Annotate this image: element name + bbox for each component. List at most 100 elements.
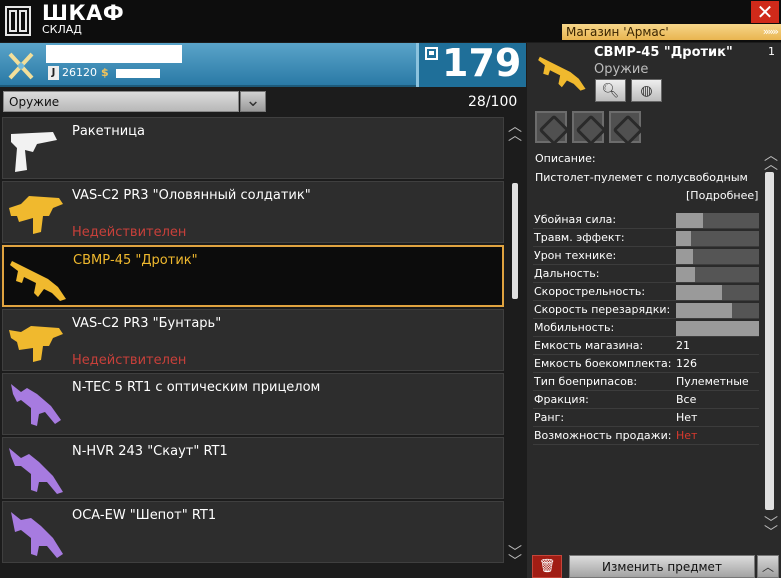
list-item[interactable]: VAS-C2 PR3 "Оловянный солдатик" Недейств… xyxy=(2,181,504,243)
item-name: VAS-C2 PR3 "Бунтарь" xyxy=(72,316,222,331)
delete-button[interactable]: 🗑︎ xyxy=(532,555,562,578)
chevron-down-icon[interactable]: ⌄ xyxy=(240,91,266,112)
more-link[interactable]: [Подробнее] xyxy=(686,189,758,202)
prop-value: Нет xyxy=(676,411,698,424)
prop-row: Возможность продажи: Нет xyxy=(533,428,759,445)
stat-row: Травм. эффект: xyxy=(533,230,759,247)
window-subtitle: СКЛАД xyxy=(42,23,82,36)
stat-row: Мобильность: xyxy=(533,320,759,337)
description-text: Пистолет-пулемет с полусвободным xyxy=(535,171,748,184)
prop-row: Ранг: Нет xyxy=(533,410,759,427)
globe-button[interactable]: ◍ xyxy=(631,79,662,102)
stat-bar xyxy=(676,213,759,228)
list-item[interactable]: OCA-EW "Шепот" RT1 xyxy=(2,501,504,563)
stat-row: Урон технике: xyxy=(533,248,759,265)
stat-bar xyxy=(676,285,759,300)
list-item[interactable]: VAS-C2 PR3 "Бунтарь" Недействителен xyxy=(2,309,504,371)
stat-fill xyxy=(676,249,693,264)
stat-fill xyxy=(676,231,691,246)
prop-label: Фракция: xyxy=(534,393,589,406)
mod-slot[interactable] xyxy=(535,111,567,143)
stat-row: Дальность: xyxy=(533,266,759,283)
detail-quantity: 1 xyxy=(768,45,775,58)
rank-swords-icon xyxy=(8,52,34,80)
scroll-up-icon[interactable]: ︿ ︿ xyxy=(508,120,522,143)
smg-icon xyxy=(10,261,66,301)
stat-row: Скорость перезарядки: xyxy=(533,302,759,319)
capacity-value: 179 xyxy=(442,41,522,85)
prop-label: Возможность продажи: xyxy=(534,429,672,442)
mod-slot[interactable] xyxy=(572,111,604,143)
item-list: Ракетница VAS-C2 PR3 "Оловянный солдатик… xyxy=(0,117,505,577)
prop-row: Фракция: Все xyxy=(533,392,759,409)
sniper-rifle-icon xyxy=(9,448,63,494)
stat-label: Урон технике: xyxy=(534,249,617,262)
stat-row: Убойная сила: xyxy=(533,212,759,229)
scroll-down-icon[interactable]: ﹀ ﹀ xyxy=(764,517,778,540)
prop-row: Тип боеприпасов: Пулеметные xyxy=(533,374,759,391)
stat-label: Мобильность: xyxy=(534,321,615,334)
prop-label: Емкость магазина: xyxy=(534,339,644,352)
stat-bar xyxy=(676,231,759,246)
prop-value: 21 xyxy=(676,339,690,352)
stat-bar xyxy=(676,267,759,282)
details-scroll-thumb[interactable] xyxy=(765,172,774,510)
description-label: Описание: xyxy=(535,152,596,165)
trash-icon: 🗑︎ xyxy=(538,559,556,574)
shop-link-label: Магазин 'Армас' xyxy=(566,25,669,39)
magnifier-icon: 🔍︎ xyxy=(601,83,620,99)
assault-rifle-icon xyxy=(9,196,63,234)
shop-link[interactable]: Магазин 'Армас' »»» xyxy=(562,24,781,40)
stat-bar xyxy=(676,321,759,336)
change-item-button[interactable]: Изменить предмет xyxy=(569,555,755,578)
list-item[interactable]: Ракетница xyxy=(2,117,504,179)
list-item-selected[interactable]: СВМР-45 "Дротик" xyxy=(2,245,504,307)
item-count: 28/100 xyxy=(468,94,518,110)
close-button[interactable]: ✕ xyxy=(751,1,779,23)
list-item[interactable]: N-TEC 5 RT1 с оптическим прицелом xyxy=(2,373,504,435)
detail-category: Оружие xyxy=(594,62,649,77)
stat-label: Скорострельность: xyxy=(534,285,646,298)
smg-icon xyxy=(538,56,586,91)
category-dropdown[interactable]: Оружие xyxy=(3,91,239,112)
globe-icon: ◍ xyxy=(640,83,653,99)
flare-pistol-icon xyxy=(11,132,57,172)
prop-label: Емкость боекомплекта: xyxy=(534,357,672,370)
prop-value: 126 xyxy=(676,357,697,370)
item-name: СВМР-45 "Дротик" xyxy=(73,253,198,268)
item-status: Недействителен xyxy=(72,353,187,368)
silenced-rifle-icon xyxy=(11,512,63,558)
scroll-down-icon[interactable]: ﹀ ﹀ xyxy=(508,546,522,569)
stat-label: Травм. эффект: xyxy=(534,231,625,244)
locker-icon xyxy=(5,6,31,36)
prop-label: Ранг: xyxy=(534,411,565,424)
stat-fill xyxy=(676,303,733,318)
stat-label: Убойная сила: xyxy=(534,213,617,226)
credits-value: 26120 xyxy=(62,66,97,79)
item-name: VAS-C2 PR3 "Оловянный солдатик" xyxy=(72,188,311,203)
detail-title: СВМР-45 "Дротик" xyxy=(594,45,733,60)
stat-row: Скорострельность: xyxy=(533,284,759,301)
inspect-button[interactable]: 🔍︎ xyxy=(595,79,626,102)
storage-icon xyxy=(425,47,438,60)
stat-fill xyxy=(676,321,759,336)
prop-row: Емкость магазина: 21 xyxy=(533,338,759,355)
currency-j-icon: J xyxy=(48,66,59,80)
mod-slot[interactable] xyxy=(609,111,641,143)
stat-label: Скорость перезарядки: xyxy=(534,303,671,316)
prop-value: Пулеметные xyxy=(676,375,749,388)
stat-bar xyxy=(676,249,759,264)
scoped-rifle-icon xyxy=(11,384,61,426)
item-name: N-TEC 5 RT1 с оптическим прицелом xyxy=(72,380,321,395)
stat-label: Дальность: xyxy=(534,267,600,280)
prop-label: Тип боеприпасов: xyxy=(534,375,638,388)
list-item[interactable]: N-HVR 243 "Скаут" RT1 xyxy=(2,437,504,499)
scroll-up-icon[interactable]: ︿ ︿ xyxy=(764,149,778,172)
prop-value: Нет xyxy=(676,429,698,442)
chevron-up-icon[interactable]: ︿ xyxy=(757,555,779,578)
list-scroll-thumb[interactable] xyxy=(512,183,518,299)
item-name: Ракетница xyxy=(72,124,145,139)
item-status: Недействителен xyxy=(72,225,187,240)
item-name: OCA-EW "Шепот" RT1 xyxy=(72,508,217,523)
chevrons-right-icon: »»» xyxy=(762,25,779,38)
